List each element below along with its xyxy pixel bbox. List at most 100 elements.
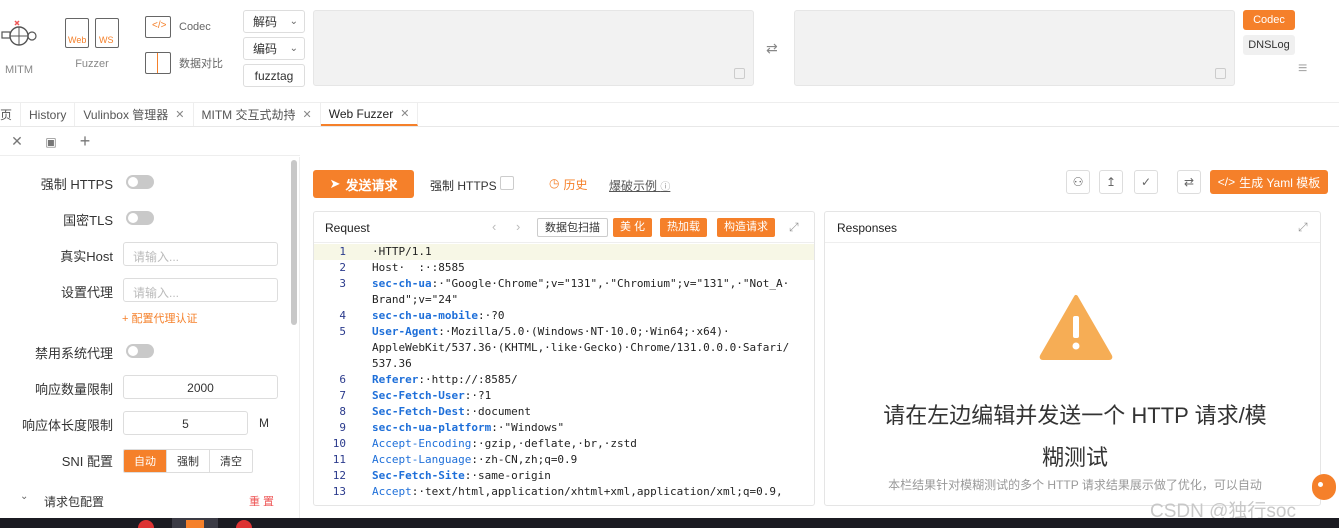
dnslog-tag-button[interactable]: DNSLog bbox=[1243, 35, 1295, 55]
force-https-checkbox[interactable] bbox=[500, 176, 514, 190]
panel-divider[interactable] bbox=[299, 157, 300, 528]
disable-sys-proxy-toggle[interactable] bbox=[126, 344, 154, 358]
chevron-left-icon[interactable]: ‹ bbox=[492, 219, 496, 234]
line-number: 4 bbox=[339, 309, 346, 322]
code-icon: </> bbox=[1217, 175, 1236, 189]
header-key: Accept-Language bbox=[372, 453, 472, 466]
header-value: :·?0 bbox=[477, 309, 505, 322]
fuzztag-button[interactable]: fuzztag bbox=[243, 64, 305, 87]
line-number: 8 bbox=[339, 405, 346, 418]
close-icon[interactable]: ✕ bbox=[303, 108, 312, 121]
proxy-input[interactable]: 请输入... bbox=[123, 278, 278, 302]
generate-yaml-button[interactable]: </> 生成 Yaml 模板 bbox=[1210, 170, 1328, 194]
fuzzer-tool[interactable]: Web WS Fuzzer bbox=[60, 18, 124, 70]
packet-config-label[interactable]: 请求包配置 bbox=[44, 493, 104, 510]
header-value: :·"Google·Chrome";v="131",·"Chromium";v=… bbox=[431, 277, 790, 290]
gm-tls-toggle[interactable] bbox=[126, 211, 154, 225]
header-key: Referer bbox=[372, 373, 419, 386]
tab-label: Web Fuzzer bbox=[328, 106, 394, 121]
chevron-down-icon: ⌄ bbox=[289, 43, 298, 54]
encode-select[interactable]: 编码 ⌄ bbox=[243, 37, 305, 60]
decode-select[interactable]: 解码 ⌄ bbox=[243, 10, 305, 33]
line-content: sec-ch-ua-platform:·"Windows" bbox=[372, 420, 564, 436]
line-number: 9 bbox=[339, 421, 346, 434]
chevron-right-icon[interactable]: › bbox=[516, 219, 520, 234]
ws-fuzzer-icon: WS bbox=[95, 18, 119, 48]
header-value: :·document bbox=[464, 405, 531, 418]
force-https-label: 强制 HTTPS bbox=[40, 177, 113, 192]
code-line: 5 User-Agent:·Mozilla/5.0·(Windows·NT·10.… bbox=[314, 324, 814, 340]
compare-tool[interactable]: 数据对比 bbox=[145, 52, 223, 74]
line-content: Accept-Language:·zh-CN,zh;q=0.9 bbox=[372, 452, 577, 468]
code-line: 11 Accept-Language:·zh-CN,zh;q=0.9 bbox=[314, 452, 814, 468]
sni-option-clear[interactable]: 清空 bbox=[209, 450, 252, 472]
add-icon[interactable]: + bbox=[68, 131, 102, 152]
codec-tag-button[interactable]: Codec bbox=[1243, 10, 1295, 30]
line-content: AppleWebKit/537.36·(KHTML,·like·Gecko)·C… bbox=[372, 340, 789, 356]
toolbar: MITM Web WS Fuzzer </> Codec 数据对比 解码 ⌄ 编… bbox=[0, 0, 1339, 103]
warning-icon bbox=[1039, 295, 1113, 360]
gm-tls-label: 国密TLS bbox=[63, 213, 113, 228]
tab-home[interactable]: 页 bbox=[0, 103, 22, 126]
share-icon[interactable]: ⚇ bbox=[1066, 170, 1090, 194]
reset-button[interactable]: 重 置 bbox=[249, 493, 274, 509]
real-host-row: 真实Host 请输入... bbox=[0, 242, 290, 266]
chevron-down-icon: ⌄ bbox=[289, 16, 298, 27]
close-icon[interactable]: ✕ bbox=[175, 108, 184, 121]
tab-web-fuzzer[interactable]: Web Fuzzer ✕ bbox=[320, 103, 419, 126]
mitm-tool[interactable]: MITM bbox=[0, 14, 38, 76]
response-empty-title: 请在左边编辑并发送一个 HTTP 请求/模 糊测试 bbox=[855, 395, 1295, 479]
beautify-button[interactable]: 美 化 bbox=[613, 218, 653, 237]
import-icon[interactable]: ✓ bbox=[1134, 170, 1158, 194]
gm-tls-row: 国密TLS bbox=[0, 206, 290, 230]
header-key: sec-ch-ua-mobile bbox=[372, 309, 478, 322]
resp-size-label: 响应体长度限制 bbox=[21, 418, 113, 433]
code-line: 537.36 bbox=[314, 356, 814, 372]
chevron-down-icon[interactable]: ⌄ bbox=[20, 491, 28, 502]
code-line: Brand";v="24" bbox=[314, 292, 814, 308]
real-host-input[interactable]: 请输入... bbox=[123, 242, 278, 266]
tab-bar: 页 History Vulinbox 管理器 ✕ MITM 交互式劫持 ✕ Web … bbox=[0, 103, 1339, 127]
resp-size-input[interactable]: 5 bbox=[123, 411, 248, 435]
left-scrollbar[interactable] bbox=[291, 160, 297, 325]
sni-option-auto[interactable]: 自动 bbox=[124, 450, 166, 472]
mascot-icon bbox=[1308, 468, 1338, 508]
force-https-toggle[interactable] bbox=[126, 175, 154, 189]
export-icon[interactable]: ↥ bbox=[1099, 170, 1123, 194]
save-icon[interactable]: ▣ bbox=[34, 135, 68, 149]
close-icon[interactable]: ✕ bbox=[400, 107, 409, 120]
send-request-button[interactable]: ➤ 发送请求 bbox=[313, 170, 414, 198]
proxy-auth-link[interactable]: + 配置代理认证 bbox=[122, 310, 197, 326]
header-key: Sec-Fetch-Dest bbox=[372, 405, 465, 418]
history-button[interactable]: ◷ 历史 bbox=[549, 176, 588, 193]
fullscreen-icon[interactable]: ⤢ bbox=[789, 220, 799, 235]
copy-icon[interactable] bbox=[1215, 68, 1226, 79]
code-line: 4 sec-ch-ua-mobile:·?0 bbox=[314, 308, 814, 324]
close-icon[interactable]: ✕ bbox=[0, 133, 34, 150]
fullscreen-icon[interactable]: ⤢ bbox=[1298, 220, 1308, 235]
packet-scan-button[interactable]: 数据包扫描 bbox=[537, 218, 608, 237]
codec-input-area[interactable] bbox=[313, 10, 754, 86]
copy-icon[interactable] bbox=[734, 68, 745, 79]
tab-vulinbox[interactable]: Vulinbox 管理器 ✕ bbox=[75, 103, 194, 126]
swap-icon[interactable]: ⇄ bbox=[766, 40, 778, 57]
build-request-button[interactable]: 构造请求 bbox=[717, 218, 775, 237]
line-content: Brand";v="24" bbox=[372, 292, 458, 308]
hot-patch-button[interactable]: 热加载 bbox=[660, 218, 707, 237]
swap-icon[interactable]: ⇄ bbox=[1177, 170, 1201, 194]
sort-icon[interactable]: ≡ bbox=[1298, 60, 1307, 78]
response-empty-desc: 本栏结果针对模糊测试的多个 HTTP 请求结果展示做了优化，可以自动 bbox=[888, 478, 1262, 492]
codec-tool[interactable]: </> Codec bbox=[145, 16, 211, 38]
resp-count-input[interactable]: 2000 bbox=[123, 375, 278, 399]
line-number: 10 bbox=[332, 437, 346, 450]
tab-mitm[interactable]: MITM 交互式劫持 ✕ bbox=[194, 103, 321, 126]
codec-output-area[interactable] bbox=[794, 10, 1235, 86]
examples-link[interactable]: 爆破示例 ⓘ bbox=[609, 177, 670, 194]
line-number: 6 bbox=[339, 373, 346, 386]
request-editor[interactable]: 1 ·HTTP/1.1 2 Host· :·:8585 3 sec-ch-ua:·"Goo… bbox=[314, 244, 814, 506]
sni-option-force[interactable]: 强制 bbox=[166, 450, 209, 472]
tab-history[interactable]: History bbox=[21, 103, 76, 126]
header-value: ·HTTP/1.1 bbox=[372, 245, 432, 258]
header-value: 537.36 bbox=[372, 357, 412, 370]
header-value: :·same-origin bbox=[464, 469, 551, 482]
